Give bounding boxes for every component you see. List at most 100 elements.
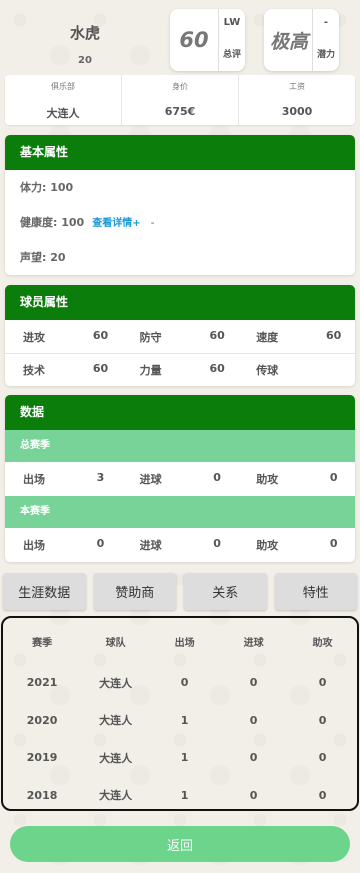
attribute-value: 60: [92, 362, 109, 375]
cell-appearances: 1: [180, 713, 189, 727]
health-dash: -: [150, 216, 155, 229]
cell-team: 大连人: [99, 789, 133, 803]
stat-assists: 助攻 0: [238, 471, 355, 487]
cell-appearances: 0: [180, 676, 189, 690]
total-stats-row: 出场 3 进球 0 助攻 0: [5, 462, 355, 496]
total-season-header: 总赛季: [5, 430, 355, 462]
attribute-name: 传球: [256, 364, 279, 377]
basic-attributes-card: 基本属性 体力: 100 健康度: 100 查看详情+ - 声望: 20: [5, 135, 355, 275]
club-value: 大连人: [46, 107, 80, 120]
market-value-label: 身价: [172, 82, 188, 91]
player-attributes-card: 球员属性 进攻 60 防守 60 速度 60 技术 60 力量 60 传球: [5, 285, 355, 386]
column-assists: 助攻: [312, 637, 333, 649]
cell-assists: 0: [318, 676, 327, 690]
stat-name: 出场: [23, 539, 45, 552]
cell-assists: 0: [318, 788, 327, 802]
player-identity: 水虎 20: [5, 8, 165, 66]
tab-career[interactable]: 生涯数据: [3, 573, 86, 610]
stat-value: 0: [329, 471, 338, 484]
potential-dash: -: [323, 17, 329, 28]
potential-rating-value: 极高: [269, 30, 308, 53]
tab-traits[interactable]: 特性: [274, 573, 357, 610]
stat-goals: 进球 0: [122, 537, 239, 553]
cell-goals: 0: [249, 676, 258, 690]
attribute-value: 60: [209, 328, 225, 342]
career-table-header: 赛季 球队 出场 进球 助攻: [3, 618, 357, 664]
wage-info: 工资 3000: [238, 75, 355, 125]
cell-season: 2021: [26, 676, 58, 690]
stat-value: 0: [329, 537, 338, 550]
stat-value: 3: [96, 471, 105, 484]
health-detail-link[interactable]: 查看详情+: [92, 218, 140, 229]
player-attributes-title: 球员属性: [5, 285, 355, 320]
attribute-passing: 传球: [238, 362, 355, 378]
health-row: 健康度: 100 查看详情+ -: [5, 205, 355, 240]
tab-relations[interactable]: 关系: [184, 573, 267, 610]
cell-team: 大连人: [99, 714, 133, 728]
stat-name: 助攻: [256, 473, 279, 486]
attribute-value: 60: [326, 328, 342, 342]
stat-goals: 进球 0: [122, 471, 239, 487]
attribute-value: 60: [209, 362, 225, 375]
overall-rating-value: 60: [179, 28, 209, 52]
stat-name: 出场: [23, 473, 45, 486]
attribute-speed: 速度 60: [238, 329, 355, 345]
stat-name: 助攻: [256, 539, 279, 552]
position-label: LW: [223, 17, 241, 28]
tab-bar: 生涯数据 赞助商 关系 特性: [3, 573, 357, 610]
value-info: 身价 675€: [121, 75, 238, 125]
stat-value: 0: [213, 537, 221, 550]
column-team: 球队: [105, 637, 126, 649]
player-header: 水虎 20 60 LW 总评 极高 - 潜力: [0, 0, 360, 75]
cell-goals: 0: [249, 713, 258, 727]
wage-label: 工资: [289, 82, 305, 91]
cell-goals: 0: [249, 788, 258, 802]
club-label: 俱乐部: [51, 82, 75, 91]
stat-value: 0: [213, 471, 221, 484]
season-stats-row: 出场 0 进球 0 助攻 0: [5, 528, 355, 562]
attribute-name: 力量: [139, 364, 162, 377]
market-value: 675€: [164, 105, 196, 118]
stat-appearances: 出场 3: [5, 471, 122, 487]
health-text: 健康度: 100: [20, 216, 85, 229]
player-age: 20: [78, 55, 92, 66]
table-row: 2018 大连人 1 0 0: [3, 777, 357, 815]
stat-name: 进球: [139, 539, 162, 552]
current-season-header: 本赛季: [5, 496, 355, 528]
overall-label: 总评: [222, 50, 241, 60]
column-season: 赛季: [32, 637, 53, 649]
attribute-row: 进攻 60 防守 60 速度 60: [5, 320, 355, 353]
attribute-value: [316, 362, 351, 378]
cell-team: 大连人: [99, 751, 133, 765]
wage-value: 3000: [281, 105, 313, 118]
column-appearances: 出场: [174, 637, 195, 649]
stamina-row: 体力: 100: [5, 170, 355, 205]
overall-rating-side: LW 总评: [218, 9, 245, 71]
cell-appearances: 1: [180, 751, 189, 765]
attribute-defense: 防守 60: [122, 329, 239, 345]
table-row: 2021 大连人 0 0 0: [3, 664, 357, 702]
back-button[interactable]: 返回: [10, 826, 350, 862]
cell-season: 2020: [26, 713, 58, 727]
stat-name: 进球: [139, 473, 162, 486]
attribute-row: 技术 60 力量 60 传球: [5, 353, 355, 386]
attribute-name: 速度: [256, 330, 279, 344]
stamina-text: 体力: 100: [20, 181, 74, 194]
career-table: 赛季 球队 出场 进球 助攻 2021 大连人 0 0 0 2020 大连人 1…: [1, 616, 359, 811]
cell-team: 大连人: [99, 676, 133, 690]
attribute-name: 进攻: [23, 330, 45, 344]
stat-value: 0: [96, 537, 105, 550]
fame-text: 声望: 20: [20, 251, 66, 264]
cell-season: 2018: [26, 788, 58, 802]
stat-assists: 助攻 0: [238, 537, 355, 553]
cell-assists: 0: [318, 751, 327, 765]
potential-label: 潜力: [316, 50, 335, 60]
cell-assists: 0: [318, 713, 327, 727]
column-goals: 进球: [243, 637, 264, 649]
attribute-name: 技术: [23, 364, 45, 377]
attribute-name: 防守: [139, 330, 162, 344]
tab-sponsors[interactable]: 赞助商: [93, 573, 176, 610]
club-info: 俱乐部 大连人: [5, 75, 121, 125]
potential-rating-card: 极高 - 潜力: [264, 9, 339, 71]
attribute-attack: 进攻 60: [5, 329, 122, 345]
